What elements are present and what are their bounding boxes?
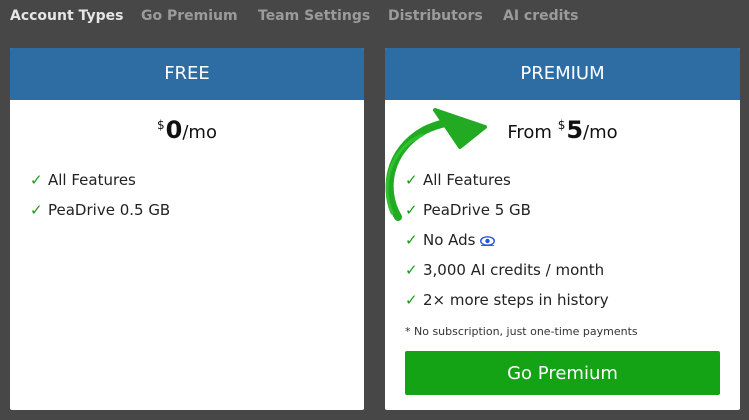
feature-label: PeaDrive 5 GB	[423, 201, 531, 219]
free-plan-card: FREE $0/mo ✓ All Features ✓ PeaDrive 0.5 G…	[10, 48, 364, 410]
price-currency: $	[157, 118, 165, 132]
free-plan-title: FREE	[10, 48, 364, 100]
feature-label: All Features	[48, 171, 136, 189]
feature-label: 2× more steps in history	[423, 291, 609, 309]
check-icon: ✓	[405, 201, 418, 219]
price-amount: 5	[566, 116, 584, 144]
top-tab-bar: Account Types Go Premium Team Settings D…	[0, 0, 749, 32]
list-item: ✓ 2× more steps in history	[405, 287, 609, 317]
eye-icon[interactable]	[479, 228, 495, 254]
list-item: ✓ 3,000 AI credits / month	[405, 257, 609, 287]
check-icon: ✓	[405, 261, 418, 279]
list-item: ✓ PeaDrive 5 GB	[405, 197, 609, 227]
premium-plan-card: PREMIUM From $5/mo ✓ All Features ✓ PeaDri…	[385, 48, 740, 410]
check-icon: ✓	[30, 171, 43, 189]
list-item: ✓ PeaDrive 0.5 GB	[30, 197, 170, 227]
tab-ai-credits[interactable]: AI credits	[503, 8, 578, 24]
price-period: /mo	[182, 122, 217, 143]
check-icon: ✓	[30, 201, 43, 219]
go-premium-button[interactable]: Go Premium	[405, 351, 720, 395]
tab-distributors[interactable]: Distributors	[388, 8, 483, 24]
price-currency: $	[557, 118, 566, 132]
feature-label: All Features	[423, 171, 511, 189]
premium-plan-title: PREMIUM	[385, 48, 740, 100]
payment-note: * No subscription, just one-time payment…	[405, 325, 638, 338]
list-item: ✓ All Features	[405, 167, 609, 197]
feature-label: 3,000 AI credits / month	[423, 261, 605, 279]
feature-label: PeaDrive 0.5 GB	[48, 201, 171, 219]
price-period: /mo	[583, 122, 618, 143]
tab-go-premium[interactable]: Go Premium	[141, 8, 238, 24]
check-icon: ✓	[405, 291, 418, 309]
tab-team-settings[interactable]: Team Settings	[258, 8, 370, 24]
tab-account-types[interactable]: Account Types	[10, 8, 123, 24]
free-feature-list: ✓ All Features ✓ PeaDrive 0.5 GB	[30, 167, 170, 227]
feature-label: No Ads	[423, 231, 476, 249]
price-amount: 0	[165, 116, 183, 144]
premium-plan-price: From $5/mo	[385, 116, 740, 144]
free-plan-price: $0/mo	[10, 116, 364, 144]
check-icon: ✓	[405, 231, 418, 249]
premium-feature-list: ✓ All Features ✓ PeaDrive 5 GB ✓ No Ads ✓ 3,…	[405, 167, 609, 317]
check-icon: ✓	[405, 171, 418, 189]
price-prefix: From	[507, 122, 552, 143]
list-item: ✓ All Features	[30, 167, 170, 197]
list-item: ✓ No Ads	[405, 227, 609, 257]
